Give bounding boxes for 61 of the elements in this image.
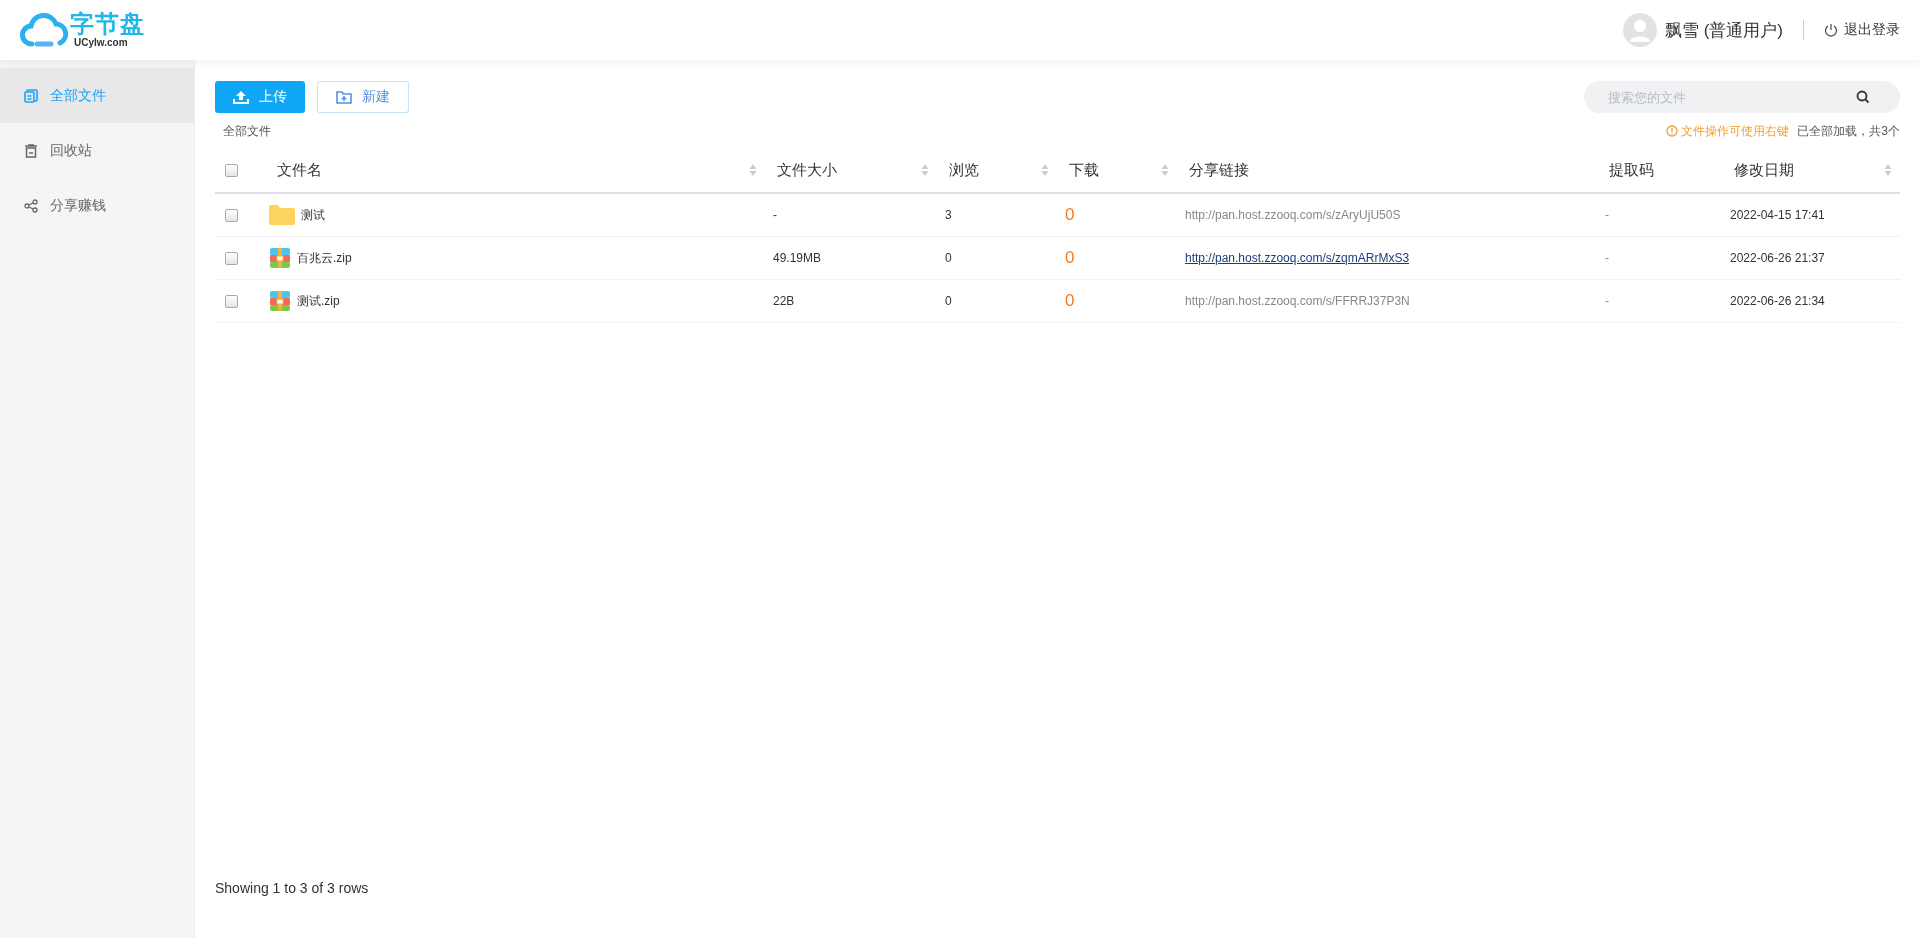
archive-icon	[269, 247, 291, 269]
sort-icon[interactable]	[1884, 163, 1892, 177]
sidebar-item[interactable]: 回收站	[0, 123, 194, 178]
file-name[interactable]: 测试	[301, 206, 325, 224]
logo-title: 字节盘	[70, 12, 145, 36]
file-size: 49.19MB	[772, 251, 823, 265]
archive-icon	[269, 290, 291, 312]
tip-text: 文件操作可使用右键	[1681, 122, 1790, 140]
share-link[interactable]: http://pan.host.zzooq.com/s/FFRRJ37P3N	[1177, 294, 1597, 308]
breadcrumb: 全部文件	[223, 122, 271, 140]
view-count: 3	[944, 208, 953, 222]
sort-icon[interactable]	[921, 163, 929, 177]
row-checkbox[interactable]	[225, 294, 238, 308]
cloud-logo-icon	[20, 12, 68, 48]
folder-plus-icon	[336, 90, 352, 104]
column-header[interactable]: 分享链接	[1177, 160, 1589, 180]
power-icon	[1824, 23, 1838, 37]
user-name: 飘雪 (普通用户)	[1664, 19, 1783, 42]
load-status: 已全部加载，共3个	[1797, 122, 1900, 140]
file-name[interactable]: 百兆云.zip	[297, 249, 352, 267]
modified-date: 2022-06-26 21:37	[1729, 251, 1826, 265]
logo-subtitle: UCylw.com	[74, 38, 129, 48]
file-size: -	[772, 208, 778, 222]
column-header[interactable]: 浏览	[937, 160, 1041, 180]
extract-code: -	[1604, 294, 1610, 308]
files-icon	[24, 88, 38, 103]
share-link[interactable]: http://pan.host.zzooq.com/s/zqmARrMxS3	[1177, 251, 1597, 265]
sort-icon[interactable]	[1041, 163, 1049, 177]
share-link[interactable]: http://pan.host.zzooq.com/s/zAryUjU50S	[1177, 208, 1597, 222]
download-count: 0	[1064, 291, 1076, 311]
select-all-checkbox[interactable]	[225, 163, 238, 177]
sidebar-item[interactable]: 分享赚钱	[0, 178, 194, 233]
avatar-icon[interactable]	[1622, 13, 1657, 47]
trash-icon	[24, 143, 38, 158]
sort-icon[interactable]	[749, 163, 757, 177]
sort-icon[interactable]	[1161, 163, 1169, 177]
share-icon	[24, 198, 38, 213]
column-header[interactable]: 文件大小	[765, 160, 921, 180]
view-count: 0	[944, 251, 953, 265]
file-name[interactable]: 测试.zip	[297, 292, 340, 310]
logout-button[interactable]: 退出登录	[1824, 21, 1900, 39]
row-checkbox[interactable]	[225, 208, 238, 222]
view-count: 0	[944, 294, 953, 308]
download-count: 0	[1064, 205, 1076, 225]
folder-icon	[269, 205, 295, 225]
modified-date: 2022-06-26 21:34	[1729, 294, 1826, 308]
upload-icon	[233, 90, 249, 104]
file-size: 22B	[772, 294, 796, 308]
modified-date: 2022-04-15 17:41	[1729, 208, 1826, 222]
search-icon[interactable]	[1856, 90, 1870, 104]
pagination-info: Showing 1 to 3 of 3 rows	[215, 880, 369, 896]
row-checkbox[interactable]	[225, 251, 238, 265]
extract-code: -	[1604, 208, 1610, 222]
column-header[interactable]: 下载	[1057, 160, 1161, 180]
column-header[interactable]: 提取码	[1597, 160, 1714, 180]
extract-code: -	[1604, 251, 1610, 265]
column-header[interactable]: 文件名	[265, 160, 749, 180]
new-folder-button[interactable]: 新建	[317, 81, 409, 113]
download-count: 0	[1064, 248, 1076, 268]
info-icon	[1666, 125, 1679, 137]
column-header[interactable]: 修改日期	[1722, 160, 1884, 180]
